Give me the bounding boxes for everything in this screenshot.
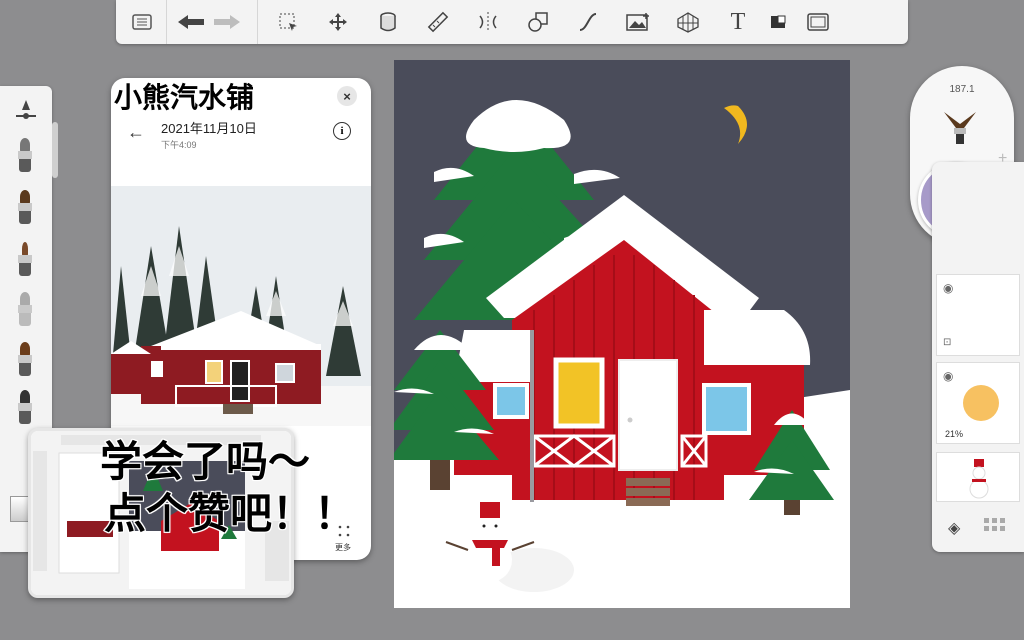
overlay-line-2: 点个赞吧！！ <box>103 489 357 538</box>
drawing-canvas[interactable] <box>394 60 850 608</box>
brush-preview-icon <box>940 106 980 146</box>
select-icon[interactable] <box>270 4 306 40</box>
back-arrow-icon[interactable]: ← <box>127 122 145 143</box>
brush-size-value: 187.1 <box>949 84 975 95</box>
brush-size-slider-icon[interactable] <box>14 98 38 122</box>
layer-thumbnail-2[interactable]: ◉ 21% <box>936 362 1020 444</box>
brush-airbrush-icon[interactable] <box>14 292 36 326</box>
transform-icon[interactable] <box>320 4 356 40</box>
grid-icon[interactable] <box>984 518 1006 534</box>
brush-pencil-icon[interactable] <box>14 138 36 172</box>
layers-panel: ◉ ⊡ ◉ 21% ◈ <box>932 162 1024 552</box>
brush-pen-icon[interactable] <box>14 242 36 276</box>
layer-thumbnail-1[interactable]: ◉ ⊡ <box>936 274 1020 356</box>
fullscreen-icon[interactable] <box>800 4 836 40</box>
brush-paintbrush-icon[interactable] <box>14 342 36 376</box>
brush-scroll-indicator[interactable] <box>52 122 58 178</box>
top-toolbar: T <box>116 0 908 44</box>
fill-icon[interactable] <box>370 4 406 40</box>
eye-icon[interactable]: ◉ <box>943 369 953 383</box>
brush-marker-icon[interactable] <box>14 190 36 224</box>
shape-icon[interactable] <box>520 4 556 40</box>
curve-icon[interactable] <box>570 4 606 40</box>
text-tool-button[interactable]: T <box>720 4 756 40</box>
close-icon[interactable]: × <box>337 86 357 106</box>
layers-stack-icon[interactable]: ◈ <box>948 518 960 538</box>
overlay-line-1: 学会了吗～ <box>99 437 311 486</box>
photo-date: 2021年11月10日 <box>161 121 257 136</box>
layer-thumbnail-3[interactable] <box>936 452 1020 502</box>
lock-icon[interactable]: ⊡ <box>943 337 951 348</box>
list-icon[interactable] <box>124 4 160 40</box>
image-icon[interactable] <box>620 4 656 40</box>
ruler-icon[interactable] <box>420 4 456 40</box>
snowman-thumbnail-icon <box>969 459 989 499</box>
photo-time: 下午4:09 <box>161 140 197 150</box>
info-icon[interactable]: i <box>333 122 351 140</box>
swatch-icon[interactable] <box>760 4 796 40</box>
layer-stroke-preview <box>963 385 999 421</box>
brush-ink-icon[interactable] <box>14 390 36 424</box>
eye-icon[interactable]: ◉ <box>943 281 953 295</box>
reference-photo <box>111 186 371 426</box>
undo-icon[interactable] <box>173 4 209 40</box>
overlay-title: 小熊汽水铺 <box>113 81 255 114</box>
symmetry-icon[interactable] <box>470 4 506 40</box>
layer-opacity: 21% <box>945 429 964 439</box>
redo-icon[interactable] <box>209 4 245 40</box>
perspective-icon[interactable] <box>670 4 706 40</box>
more-label[interactable]: 更多 <box>335 542 351 553</box>
